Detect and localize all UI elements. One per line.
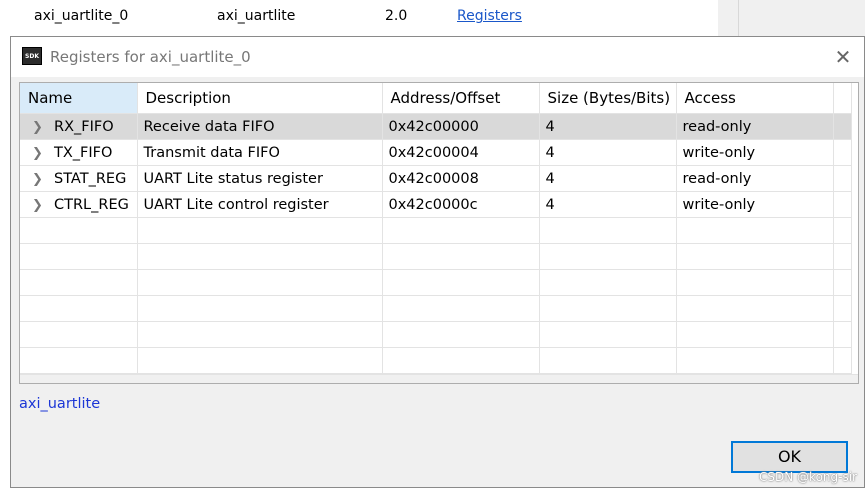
empty-row — [20, 269, 852, 296]
column-header-name[interactable]: Name — [20, 83, 138, 114]
chevron-right-icon[interactable]: ❯ — [32, 198, 46, 213]
table-row[interactable]: ❯ CTRL_REG UART Lite control register 0x4… — [20, 191, 852, 218]
sdk-app-icon: SDK — [22, 47, 42, 65]
row-filler — [833, 191, 852, 218]
row-filler — [833, 165, 852, 192]
register-size: 4 — [539, 191, 677, 218]
watermark: CSDN @kong-sir — [759, 470, 857, 484]
empty-row — [20, 347, 852, 374]
empty-row — [20, 217, 852, 244]
horizontal-scrollbar[interactable] — [20, 374, 858, 383]
register-description: UART Lite control register — [137, 191, 383, 218]
register-address: 0x42c0000c — [382, 191, 540, 218]
register-name: CTRL_REG — [54, 196, 129, 213]
column-header-address[interactable]: Address/Offset — [382, 83, 540, 114]
register-access: write-only — [676, 139, 834, 166]
register-size: 4 — [539, 165, 677, 192]
background-list-row[interactable]: axi_uartlite_0 axi_uartlite 2.0 Register… — [0, 0, 718, 36]
register-description: Transmit data FIFO — [137, 139, 383, 166]
register-description: Receive data FIFO — [137, 113, 383, 140]
dialog-titlebar[interactable]: SDK Registers for axi_uartlite_0 ✕ — [11, 37, 864, 77]
table-row[interactable]: ❯ STAT_REG UART Lite status register 0x42… — [20, 165, 852, 192]
column-header-size[interactable]: Size (Bytes/Bits) — [539, 83, 677, 114]
close-icon[interactable]: ✕ — [830, 45, 856, 69]
column-header-access[interactable]: Access — [676, 83, 834, 114]
register-size: 4 — [539, 139, 677, 166]
registers-link[interactable]: Registers — [457, 8, 522, 24]
register-address: 0x42c00000 — [382, 113, 540, 140]
registers-table: Name Description Address/Offset Size (By… — [19, 82, 859, 384]
dialog-title: Registers for axi_uartlite_0 — [50, 48, 251, 66]
row-name-cell: ❯ RX_FIFO — [20, 113, 138, 140]
ip-type-label: axi_uartlite — [19, 396, 101, 412]
register-name: RX_FIFO — [54, 118, 114, 135]
column-header-filler — [833, 83, 852, 114]
row-name-cell: ❯ CTRL_REG — [20, 191, 138, 218]
register-name: STAT_REG — [54, 170, 127, 187]
table-row[interactable]: ❯ RX_FIFO Receive data FIFO 0x42c00000 4 … — [20, 113, 852, 140]
row-name-cell: ❯ STAT_REG — [20, 165, 138, 192]
register-size: 4 — [539, 113, 677, 140]
background-type: axi_uartlite — [217, 8, 296, 24]
column-header-description[interactable]: Description — [137, 83, 383, 114]
register-description: UART Lite status register — [137, 165, 383, 192]
empty-row — [20, 321, 852, 348]
table-row[interactable]: ❯ TX_FIFO Transmit data FIFO 0x42c00004 4… — [20, 139, 852, 166]
row-filler — [833, 139, 852, 166]
empty-row — [20, 243, 852, 270]
background-name: axi_uartlite_0 — [34, 8, 129, 24]
row-filler — [833, 113, 852, 140]
registers-dialog: SDK Registers for axi_uartlite_0 ✕ Name … — [10, 36, 865, 488]
register-address: 0x42c00008 — [382, 165, 540, 192]
chevron-right-icon[interactable]: ❯ — [32, 146, 46, 161]
chevron-right-icon[interactable]: ❯ — [32, 172, 46, 187]
register-access: write-only — [676, 191, 834, 218]
register-access: read-only — [676, 113, 834, 140]
register-access: read-only — [676, 165, 834, 192]
background-version: 2.0 — [385, 8, 408, 24]
register-name: TX_FIFO — [54, 144, 113, 161]
table-header-row: Name Description Address/Offset Size (By… — [20, 83, 852, 114]
row-name-cell: ❯ TX_FIFO — [20, 139, 138, 166]
register-address: 0x42c00004 — [382, 139, 540, 166]
empty-row — [20, 295, 852, 322]
background-scroll-area — [718, 0, 865, 36]
chevron-right-icon[interactable]: ❯ — [32, 120, 46, 135]
ok-button[interactable]: OK — [731, 441, 848, 473]
